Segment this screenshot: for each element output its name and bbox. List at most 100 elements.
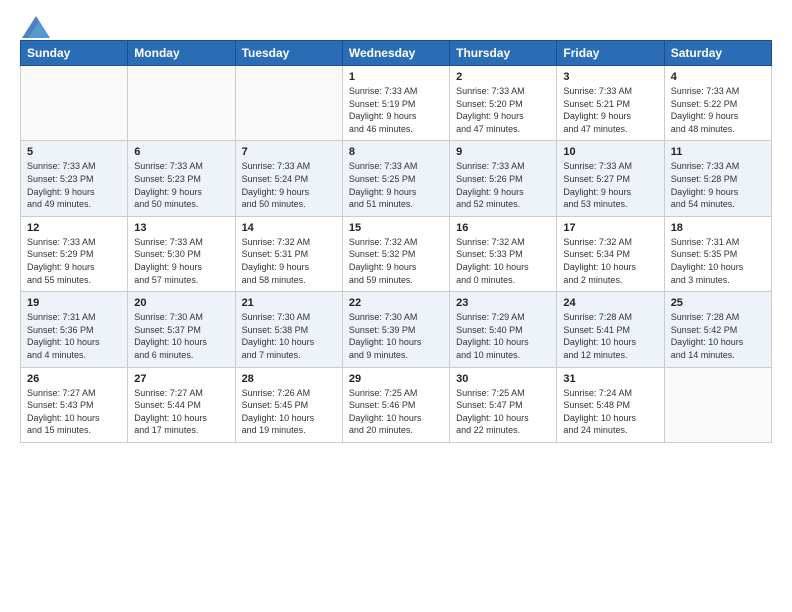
day-number: 26	[27, 373, 121, 385]
weekday-header-friday: Friday	[557, 41, 664, 66]
day-info: Sunrise: 7:33 AM Sunset: 5:30 PM Dayligh…	[134, 236, 228, 286]
day-number: 14	[242, 222, 336, 234]
weekday-header-sunday: Sunday	[21, 41, 128, 66]
calendar-cell: 1 Sunrise: 7:33 AM Sunset: 5:19 PM Daylig…	[342, 66, 449, 141]
calendar-cell: 20Sunrise: 7:30 AM Sunset: 5:37 PM Dayli…	[128, 292, 235, 367]
page-header	[20, 16, 772, 34]
weekday-header-tuesday: Tuesday	[235, 41, 342, 66]
calendar-cell	[128, 66, 235, 141]
calendar-cell: 7 Sunrise: 7:33 AM Sunset: 5:24 PM Daylig…	[235, 141, 342, 216]
calendar-cell: 15Sunrise: 7:32 AM Sunset: 5:32 PM Dayli…	[342, 216, 449, 291]
day-info: Sunrise: 7:25 AM Sunset: 5:46 PM Dayligh…	[349, 387, 443, 437]
day-number: 30	[456, 373, 550, 385]
day-info: Sunrise: 7:33 AM Sunset: 5:25 PM Dayligh…	[349, 160, 443, 210]
day-number: 1	[349, 71, 443, 83]
day-info: Sunrise: 7:33 AM Sunset: 5:22 PM Dayligh…	[671, 85, 765, 135]
calendar-cell: 19 Sunrise: 7:31 AM Sunset: 5:36 PM Dayli…	[21, 292, 128, 367]
day-info: Sunrise: 7:32 AM Sunset: 5:32 PM Dayligh…	[349, 236, 443, 286]
day-number: 4	[671, 71, 765, 83]
day-number: 20	[134, 297, 228, 309]
day-number: 19	[27, 297, 121, 309]
day-number: 12	[27, 222, 121, 234]
day-info: Sunrise: 7:33 AM Sunset: 5:21 PM Dayligh…	[563, 85, 657, 135]
day-number: 18	[671, 222, 765, 234]
day-number: 3	[563, 71, 657, 83]
day-info: Sunrise: 7:32 AM Sunset: 5:34 PM Dayligh…	[563, 236, 657, 286]
calendar-cell: 25 Sunrise: 7:28 AM Sunset: 5:42 PM Dayli…	[664, 292, 771, 367]
day-info: Sunrise: 7:30 AM Sunset: 5:39 PM Dayligh…	[349, 311, 443, 361]
weekday-header-saturday: Saturday	[664, 41, 771, 66]
calendar-cell: 8 Sunrise: 7:33 AM Sunset: 5:25 PM Daylig…	[342, 141, 449, 216]
day-number: 7	[242, 146, 336, 158]
calendar-cell: 31 Sunrise: 7:24 AM Sunset: 5:48 PM Dayli…	[557, 367, 664, 442]
logo-icon	[22, 16, 50, 38]
day-info: Sunrise: 7:32 AM Sunset: 5:31 PM Dayligh…	[242, 236, 336, 286]
day-number: 13	[134, 222, 228, 234]
calendar-cell: 11 Sunrise: 7:33 AM Sunset: 5:28 PM Dayli…	[664, 141, 771, 216]
day-info: Sunrise: 7:27 AM Sunset: 5:44 PM Dayligh…	[134, 387, 228, 437]
day-number: 31	[563, 373, 657, 385]
calendar-cell: 21Sunrise: 7:30 AM Sunset: 5:38 PM Dayli…	[235, 292, 342, 367]
day-number: 27	[134, 373, 228, 385]
day-info: Sunrise: 7:33 AM Sunset: 5:27 PM Dayligh…	[563, 160, 657, 210]
day-number: 17	[563, 222, 657, 234]
day-info: Sunrise: 7:33 AM Sunset: 5:23 PM Dayligh…	[27, 160, 121, 210]
day-info: Sunrise: 7:31 AM Sunset: 5:36 PM Dayligh…	[27, 311, 121, 361]
calendar-cell: 26 Sunrise: 7:27 AM Sunset: 5:43 PM Dayli…	[21, 367, 128, 442]
week-row-2: 5 Sunrise: 7:33 AM Sunset: 5:23 PM Daylig…	[21, 141, 772, 216]
day-number: 22	[349, 297, 443, 309]
day-info: Sunrise: 7:33 AM Sunset: 5:20 PM Dayligh…	[456, 85, 550, 135]
day-number: 25	[671, 297, 765, 309]
calendar-cell: 6 Sunrise: 7:33 AM Sunset: 5:23 PM Daylig…	[128, 141, 235, 216]
calendar-table: SundayMondayTuesdayWednesdayThursdayFrid…	[20, 40, 772, 443]
day-info: Sunrise: 7:33 AM Sunset: 5:26 PM Dayligh…	[456, 160, 550, 210]
day-number: 8	[349, 146, 443, 158]
calendar-cell: 16Sunrise: 7:32 AM Sunset: 5:33 PM Dayli…	[450, 216, 557, 291]
calendar-cell: 9 Sunrise: 7:33 AM Sunset: 5:26 PM Daylig…	[450, 141, 557, 216]
day-info: Sunrise: 7:33 AM Sunset: 5:29 PM Dayligh…	[27, 236, 121, 286]
day-info: Sunrise: 7:24 AM Sunset: 5:48 PM Dayligh…	[563, 387, 657, 437]
day-info: Sunrise: 7:33 AM Sunset: 5:23 PM Dayligh…	[134, 160, 228, 210]
calendar-cell: 10Sunrise: 7:33 AM Sunset: 5:27 PM Dayli…	[557, 141, 664, 216]
day-number: 9	[456, 146, 550, 158]
day-info: Sunrise: 7:27 AM Sunset: 5:43 PM Dayligh…	[27, 387, 121, 437]
day-info: Sunrise: 7:31 AM Sunset: 5:35 PM Dayligh…	[671, 236, 765, 286]
day-info: Sunrise: 7:25 AM Sunset: 5:47 PM Dayligh…	[456, 387, 550, 437]
day-info: Sunrise: 7:33 AM Sunset: 5:19 PM Dayligh…	[349, 85, 443, 135]
day-info: Sunrise: 7:33 AM Sunset: 5:28 PM Dayligh…	[671, 160, 765, 210]
calendar-cell	[235, 66, 342, 141]
weekday-header-wednesday: Wednesday	[342, 41, 449, 66]
day-number: 23	[456, 297, 550, 309]
calendar-cell: 3 Sunrise: 7:33 AM Sunset: 5:21 PM Daylig…	[557, 66, 664, 141]
calendar-cell: 23Sunrise: 7:29 AM Sunset: 5:40 PM Dayli…	[450, 292, 557, 367]
weekday-header-monday: Monday	[128, 41, 235, 66]
calendar-cell: 18 Sunrise: 7:31 AM Sunset: 5:35 PM Dayli…	[664, 216, 771, 291]
day-number: 2	[456, 71, 550, 83]
day-info: Sunrise: 7:28 AM Sunset: 5:42 PM Dayligh…	[671, 311, 765, 361]
week-row-4: 19 Sunrise: 7:31 AM Sunset: 5:36 PM Dayli…	[21, 292, 772, 367]
calendar-cell: 17 Sunrise: 7:32 AM Sunset: 5:34 PM Dayli…	[557, 216, 664, 291]
calendar-cell: 4 Sunrise: 7:33 AM Sunset: 5:22 PM Daylig…	[664, 66, 771, 141]
logo	[20, 16, 50, 34]
day-info: Sunrise: 7:33 AM Sunset: 5:24 PM Dayligh…	[242, 160, 336, 210]
weekday-header-thursday: Thursday	[450, 41, 557, 66]
weekday-header-row: SundayMondayTuesdayWednesdayThursdayFrid…	[21, 41, 772, 66]
day-number: 29	[349, 373, 443, 385]
day-info: Sunrise: 7:26 AM Sunset: 5:45 PM Dayligh…	[242, 387, 336, 437]
calendar-cell: 24 Sunrise: 7:28 AM Sunset: 5:41 PM Dayli…	[557, 292, 664, 367]
day-number: 6	[134, 146, 228, 158]
day-number: 24	[563, 297, 657, 309]
calendar-cell: 22 Sunrise: 7:30 AM Sunset: 5:39 PM Dayli…	[342, 292, 449, 367]
calendar-cell: 12 Sunrise: 7:33 AM Sunset: 5:29 PM Dayli…	[21, 216, 128, 291]
day-info: Sunrise: 7:28 AM Sunset: 5:41 PM Dayligh…	[563, 311, 657, 361]
calendar-cell: 28Sunrise: 7:26 AM Sunset: 5:45 PM Dayli…	[235, 367, 342, 442]
day-number: 5	[27, 146, 121, 158]
calendar-cell: 14 Sunrise: 7:32 AM Sunset: 5:31 PM Dayli…	[235, 216, 342, 291]
day-number: 11	[671, 146, 765, 158]
calendar-cell: 30 Sunrise: 7:25 AM Sunset: 5:47 PM Dayli…	[450, 367, 557, 442]
calendar-cell: 5 Sunrise: 7:33 AM Sunset: 5:23 PM Daylig…	[21, 141, 128, 216]
day-info: Sunrise: 7:30 AM Sunset: 5:38 PM Dayligh…	[242, 311, 336, 361]
calendar-cell	[21, 66, 128, 141]
calendar-cell: 2 Sunrise: 7:33 AM Sunset: 5:20 PM Daylig…	[450, 66, 557, 141]
week-row-3: 12 Sunrise: 7:33 AM Sunset: 5:29 PM Dayli…	[21, 216, 772, 291]
